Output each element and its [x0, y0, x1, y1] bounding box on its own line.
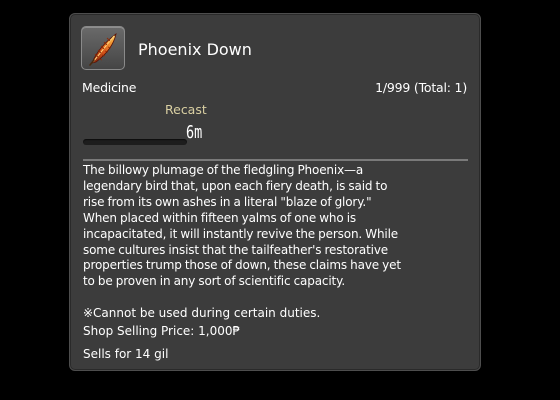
recast-time: 6m [186, 122, 203, 143]
recast-label: Recast [165, 102, 207, 117]
item-name: Phoenix Down [138, 40, 252, 59]
phoenix-feather-icon [81, 26, 125, 70]
item-stack-count: 1/999 (Total: 1) [375, 80, 467, 95]
description-line: properties trump those of down, these cl… [83, 258, 401, 273]
description-line: rise from its own ashes in a literal "bl… [83, 194, 372, 209]
description-line: When placed within fifteen yalms of one … [83, 210, 356, 225]
item-category: Medicine [82, 80, 137, 95]
usage-note: ※Cannot be used during certain duties. [83, 306, 321, 320]
divider [83, 159, 468, 161]
description-line: legendary bird that, upon each fiery dea… [83, 178, 388, 193]
item-description: The billowy plumage of the fledgling Pho… [83, 163, 477, 290]
recast-bar [83, 139, 187, 145]
description-line: The billowy plumage of the fledgling Pho… [83, 163, 364, 177]
sells-for: Sells for 14 gil [83, 347, 169, 361]
shop-selling-price: Shop Selling Price: 1,000₱ [83, 324, 241, 338]
description-line: some cultures insist that the tailfeathe… [83, 242, 389, 257]
description-line: incapacitated, it will instantly revive … [83, 226, 399, 241]
description-line: to be proven in any sort of scientific c… [83, 274, 346, 289]
item-tooltip: Phoenix Down Medicine 1/999 (Total: 1) R… [69, 13, 481, 371]
